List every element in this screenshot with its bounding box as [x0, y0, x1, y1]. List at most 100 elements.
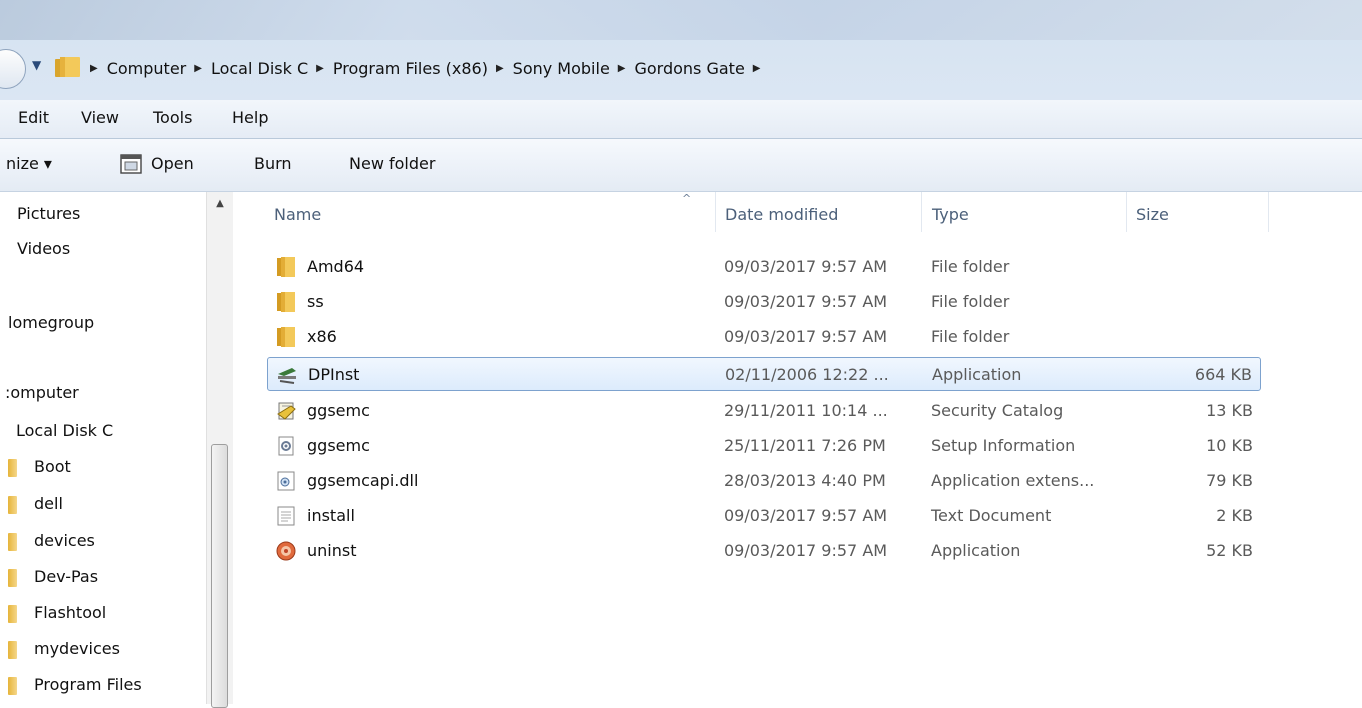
folder-icon — [277, 257, 295, 277]
scroll-thumb[interactable] — [211, 444, 228, 708]
file-row[interactable]: install 09/03/2017 9:57 AM Text Document… — [267, 499, 1261, 533]
text-document-icon — [277, 506, 295, 526]
nav-item-dell[interactable]: dell — [34, 494, 63, 513]
burn-button[interactable]: Burn — [254, 154, 292, 173]
file-date: 09/03/2017 9:57 AM — [724, 292, 888, 311]
column-header-size[interactable]: Size — [1136, 205, 1169, 224]
folder-icon — [8, 641, 17, 659]
file-row[interactable]: Amd64 09/03/2017 9:57 AM File folder — [267, 250, 1261, 284]
folder-icon — [8, 459, 17, 477]
file-list: ^ Name Date modified Type Size Amd64 09/… — [233, 192, 1362, 704]
file-date: 28/03/2013 4:40 PM — [724, 471, 886, 490]
file-type: Setup Information — [931, 436, 1076, 455]
folder-icon — [8, 533, 17, 551]
breadcrumb-computer[interactable]: ▶ Computer — [90, 59, 186, 78]
file-row[interactable]: ggsemc 29/11/2011 10:14 ... Security Cat… — [267, 394, 1261, 428]
command-bar: nize ▾ Open Burn New folder — [0, 139, 1362, 192]
folder-icon — [55, 57, 80, 77]
file-row-selected[interactable]: DPInst 02/11/2006 12:22 ... Application … — [267, 357, 1261, 391]
folder-icon — [8, 605, 17, 623]
nav-item-mydevices[interactable]: mydevices — [34, 639, 120, 658]
column-divider[interactable] — [1126, 192, 1127, 232]
nav-item-pictures[interactable]: Pictures — [17, 204, 80, 223]
open-button[interactable]: Open — [151, 154, 194, 173]
file-type: Application — [932, 365, 1022, 384]
nav-item-videos[interactable]: Videos — [17, 239, 70, 258]
open-icon — [120, 154, 142, 174]
menu-view[interactable]: View — [81, 108, 119, 127]
file-name: DPInst — [308, 365, 360, 384]
folder-icon — [277, 327, 295, 347]
file-row[interactable]: uninst 09/03/2017 9:57 AM Application 52… — [267, 534, 1261, 568]
menu-tools[interactable]: Tools — [153, 108, 192, 127]
file-name: Amd64 — [307, 257, 365, 276]
column-header-date[interactable]: Date modified — [725, 205, 838, 224]
menu-help[interactable]: Help — [232, 108, 268, 127]
security-catalog-icon — [277, 402, 296, 420]
column-divider[interactable] — [921, 192, 922, 232]
history-dropdown-icon[interactable]: ▼ — [32, 58, 41, 72]
file-type: File folder — [931, 257, 1010, 276]
setup-info-icon — [278, 436, 294, 456]
file-size: 13 KB — [1206, 401, 1253, 420]
file-size: 10 KB — [1206, 436, 1253, 455]
dll-icon — [277, 471, 295, 491]
menu-edit[interactable]: Edit — [18, 108, 49, 127]
file-date: 09/03/2017 9:57 AM — [724, 327, 888, 346]
column-divider[interactable] — [1268, 192, 1269, 232]
file-type: Application extens... — [931, 471, 1095, 490]
nav-item-program-files[interactable]: Program Files — [34, 675, 142, 694]
folder-icon — [8, 569, 17, 587]
breadcrumb-sony-mobile[interactable]: ▶ Sony Mobile — [496, 59, 610, 78]
nav-item-devices[interactable]: devices — [34, 531, 95, 550]
uninstaller-icon — [276, 541, 296, 561]
file-name: uninst — [307, 541, 357, 560]
file-row[interactable]: ss 09/03/2017 9:57 AM File folder — [267, 285, 1261, 319]
file-name: x86 — [307, 327, 337, 346]
file-size: 2 KB — [1216, 506, 1253, 525]
file-name: ggsemc — [307, 436, 370, 455]
file-name: ss — [307, 292, 324, 311]
title-strip — [0, 0, 1362, 40]
menu-bar: Edit View Tools Help — [0, 100, 1362, 139]
file-date: 09/03/2017 9:57 AM — [724, 257, 888, 276]
file-type: Application — [931, 541, 1021, 560]
file-date: 29/11/2011 10:14 ... — [724, 401, 888, 420]
file-date: 09/03/2017 9:57 AM — [724, 506, 888, 525]
breadcrumb-gordons-gate[interactable]: ▶ Gordons Gate — [618, 59, 745, 78]
nav-item-flashtool[interactable]: Flashtool — [34, 603, 106, 622]
nav-item-homegroup[interactable]: lomegroup — [8, 313, 94, 332]
new-folder-button[interactable]: New folder — [349, 154, 435, 173]
window-titlebar: ▼ ▶ Computer ▶ Local Disk C ▶ Program Files… — [0, 0, 1362, 100]
nav-item-computer[interactable]: :omputer — [5, 383, 79, 402]
breadcrumb-expand-arrow[interactable]: ▶ — [753, 63, 770, 74]
nav-item-dev-pas[interactable]: Dev-Pas — [34, 567, 98, 586]
folder-icon — [8, 496, 17, 514]
folder-icon — [8, 677, 17, 695]
file-type: File folder — [931, 292, 1010, 311]
file-name: ggsemc — [307, 401, 370, 420]
back-button[interactable] — [0, 49, 26, 89]
breadcrumb-local-disk[interactable]: ▶ Local Disk C — [194, 59, 308, 78]
file-row[interactable]: ggsemcapi.dll 28/03/2013 4:40 PM Applica… — [267, 464, 1261, 498]
address-bar[interactable]: ▼ ▶ Computer ▶ Local Disk C ▶ Program Files… — [0, 46, 1362, 98]
nav-item-local-disk-c[interactable]: Local Disk C — [16, 421, 113, 440]
scroll-up-arrow-icon[interactable]: ▲ — [207, 198, 233, 209]
nav-scrollbar[interactable]: ▲ — [206, 192, 233, 708]
file-size: 79 KB — [1206, 471, 1253, 490]
file-date: 02/11/2006 12:22 ... — [725, 365, 889, 384]
file-type: Text Document — [931, 506, 1052, 525]
file-row[interactable]: ggsemc 25/11/2011 7:26 PM Setup Informat… — [267, 429, 1261, 463]
file-row[interactable]: x86 09/03/2017 9:57 AM File folder — [267, 320, 1261, 354]
file-name: ggsemcapi.dll — [307, 471, 419, 490]
breadcrumb-program-files-x86[interactable]: ▶ Program Files (x86) — [316, 59, 488, 78]
file-type: File folder — [931, 327, 1010, 346]
column-divider[interactable] — [715, 192, 716, 232]
nav-item-boot[interactable]: Boot — [34, 457, 71, 476]
organize-button[interactable]: nize ▾ — [6, 154, 52, 173]
column-header-name[interactable]: Name — [274, 205, 321, 224]
column-header-type[interactable]: Type — [932, 205, 969, 224]
file-name: install — [307, 506, 355, 525]
file-size: 52 KB — [1206, 541, 1253, 560]
file-type: Security Catalog — [931, 401, 1064, 420]
